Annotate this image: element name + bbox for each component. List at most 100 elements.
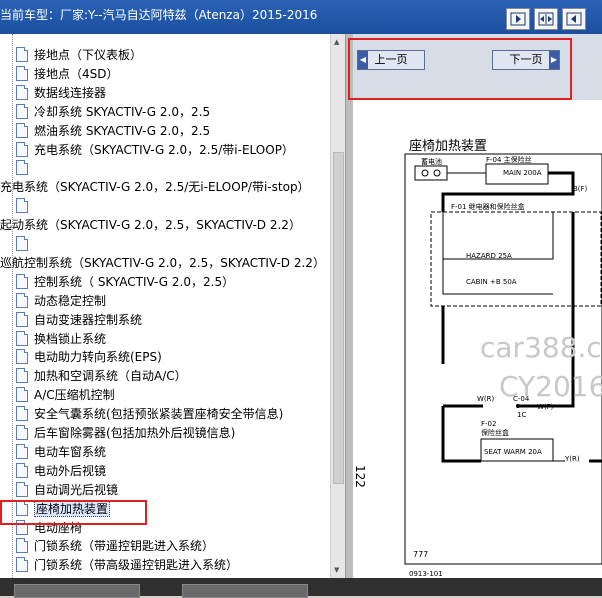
tree-item[interactable]: 自动变速器控制系统 — [16, 311, 142, 329]
battery-terminal — [433, 169, 441, 177]
battery-symbol — [414, 165, 448, 181]
tree-item[interactable]: 门锁系统（带遥控钥匙进入系统） — [16, 537, 214, 555]
tree-item[interactable]: 换档锁止系统 — [16, 330, 106, 348]
tree-item-label: 冷却系统 SKYACTIV-G 2.0，2.5 — [34, 104, 211, 119]
scrollbar-thumb[interactable] — [333, 152, 344, 484]
yr-label: Y(R) — [564, 455, 580, 463]
document-icon — [16, 65, 28, 81]
tree-item-label: 动态稳定控制 — [34, 293, 107, 308]
split-icon — [538, 12, 554, 26]
expand-panel-button[interactable] — [506, 8, 530, 30]
scroll-down-icon[interactable]: ▼ — [334, 566, 339, 574]
document-icon — [16, 406, 28, 422]
tree-item[interactable]: 巡航控制系统（SKYACTIV-G 2.0，2.5，SKYACTIV-D 2.2… — [0, 254, 325, 272]
tree-item[interactable] — [16, 159, 34, 177]
tree-item-label: 充电系统（SKYACTIV-G 2.0，2.5/无i-ELOOP/带i-stop… — [0, 180, 310, 195]
tree-item-label: 加热和空调系统（自动A/C） — [34, 369, 187, 384]
tree-item[interactable] — [16, 197, 34, 215]
tree-item[interactable]: 电动车窗系统 — [16, 443, 106, 461]
document-icon — [16, 443, 28, 459]
document-icon — [16, 292, 28, 308]
dock-right-icon — [510, 12, 526, 26]
tree-item-label: 数据线连接器 — [34, 85, 107, 100]
scroll-up-icon[interactable]: ▲ — [334, 38, 339, 46]
tree-scrollbar[interactable]: ▲ ▼ — [330, 34, 345, 578]
wf-label: W(F) — [537, 403, 554, 411]
tree-item-label: 控制系统（ SKYACTIV-G 2.0，2.5） — [34, 274, 235, 289]
tree-item-label: 换档锁止系统 — [34, 331, 107, 346]
tree-item[interactable]: 接地点（4SD） — [16, 65, 119, 83]
tree-item-label: 燃油系统 SKYACTIV-G 2.0，2.5 — [34, 123, 211, 138]
tree-item-label: 起动系统（SKYACTIV-G 2.0，2.5，SKYACTIV-D 2.2） — [0, 218, 301, 233]
bf-label: B(F) — [573, 185, 588, 193]
document-icon — [16, 103, 28, 119]
document-icon — [16, 198, 28, 214]
document-icon — [16, 387, 28, 403]
document-icon — [16, 122, 28, 138]
document-icon — [16, 330, 28, 346]
wr-label: W(R) — [477, 395, 495, 403]
tree-item-label: 电动外后视镜 — [34, 463, 107, 478]
f02-label: F-02 — [481, 420, 496, 428]
document-icon — [16, 349, 28, 365]
diagram-title: 座椅加热装置 — [409, 139, 487, 154]
ground-symbol: 777 — [413, 550, 428, 559]
tree-item-label: 电动助力转向系统(EPS) — [34, 350, 162, 365]
tree-item[interactable]: 冷却系统 SKYACTIV-G 2.0，2.5 — [16, 103, 210, 121]
tree-item-label: 接地点（下仪表板） — [34, 48, 143, 62]
tree-item[interactable]: 门锁系统（带高级遥控钥匙进入系统） — [16, 556, 238, 574]
tree-item-label: A/C压缩机控制 — [34, 388, 115, 403]
tree-item-label: 自动调光后视镜 — [34, 482, 119, 497]
split-view-button[interactable] — [534, 8, 558, 30]
tree-item[interactable]: 电动外后视镜 — [16, 462, 106, 480]
tree-item[interactable]: 接地点（下仪表板） — [16, 46, 142, 64]
page-code: 0913-101 — [409, 570, 443, 578]
tree-item-label: 充电系统（SKYACTIV-G 2.0，2.5/带i-ELOOP） — [34, 142, 294, 157]
document-icon — [16, 557, 28, 573]
document-icon — [16, 47, 28, 62]
document-icon — [16, 141, 28, 157]
document-icon — [16, 368, 28, 384]
tree-item-label: 门锁系统（带高级遥控钥匙进入系统） — [34, 558, 239, 573]
hazard-fuse-label: HAZARD 25A — [466, 252, 512, 260]
wiring-diagram: 122 座椅加热装置 蓄电池 F-04 主保险丝 MAIN 200A B(F) … — [353, 139, 602, 578]
tree-item-label: 接地点（4SD） — [34, 66, 119, 81]
tree-item-label: 自动变速器控制系统 — [34, 312, 143, 327]
document-icon — [16, 311, 28, 327]
battery-label: 蓄电池 — [421, 157, 442, 166]
window-title: 当前车型：厂家:Y--汽马自达阿特兹（Atenza）2015-2016 — [0, 8, 318, 22]
bottom-bar — [0, 578, 602, 598]
tree-item[interactable]: 燃油系统 SKYACTIV-G 2.0，2.5 — [16, 122, 210, 140]
tree-item[interactable]: 安全气囊系统(包括预张紧装置座椅安全带信息) — [16, 405, 283, 423]
tree-item[interactable]: 数据线连接器 — [16, 84, 106, 102]
f04-label: F-04 主保险丝 — [486, 155, 532, 164]
tree-item[interactable]: A/C压缩机控制 — [16, 386, 115, 404]
tree-item[interactable]: 起动系统（SKYACTIV-G 2.0，2.5，SKYACTIV-D 2.2） — [0, 216, 301, 234]
tree-item[interactable]: 动态稳定控制 — [16, 292, 106, 310]
tree-item[interactable]: 加热和空调系统（自动A/C） — [16, 367, 187, 385]
tree-guide-line — [12, 34, 13, 578]
highlight-box-selected-item — [0, 500, 147, 525]
collapse-panel-button[interactable] — [562, 8, 586, 30]
tree-item-label: 电动车窗系统 — [34, 444, 107, 459]
tree-item-label: 巡航控制系统（SKYACTIV-G 2.0，2.5，SKYACTIV-D 2.2… — [0, 255, 325, 270]
tree-panel: 接地点（下仪表板） 接地点（4SD） 数据线连接器冷却系统 SKYACTIV-G 2… — [0, 34, 330, 578]
tree-item[interactable]: 充电系统（SKYACTIV-G 2.0，2.5/无i-ELOOP/带i-stop… — [0, 178, 310, 196]
highlight-box-nav — [348, 38, 572, 100]
tree-item[interactable]: 电动助力转向系统(EPS) — [16, 348, 162, 366]
page-number: 122 — [353, 465, 367, 488]
tree-item[interactable]: 充电系统（SKYACTIV-G 2.0，2.5/带i-ELOOP） — [16, 141, 294, 159]
main-fuse-label: MAIN 200A — [503, 169, 542, 177]
tree-item[interactable]: 自动调光后视镜 — [16, 481, 118, 499]
document-icon — [16, 236, 28, 251]
f01-label: F-01 继电器和保险丝盒 — [451, 202, 525, 211]
document-icon — [16, 481, 28, 497]
tree-item-label: 门锁系统（带遥控钥匙进入系统） — [34, 539, 215, 554]
tree-item-label: 后车窗除雾器(包括加热外后视镜信息) — [34, 426, 236, 440]
tree-item[interactable]: 控制系统（ SKYACTIV-G 2.0，2.5） — [16, 273, 234, 291]
tree-item[interactable] — [16, 235, 34, 253]
diagram-viewer: ◀ 上一页 下一页 ▶ 122 座椅加热装置 蓄电池 F-04 主保险丝 MAI… — [353, 34, 602, 578]
splitter[interactable] — [345, 34, 353, 578]
watermark-line-2: CY2016 — [499, 370, 602, 403]
tree-item[interactable]: 后车窗除雾器(包括加热外后视镜信息) — [16, 424, 235, 442]
